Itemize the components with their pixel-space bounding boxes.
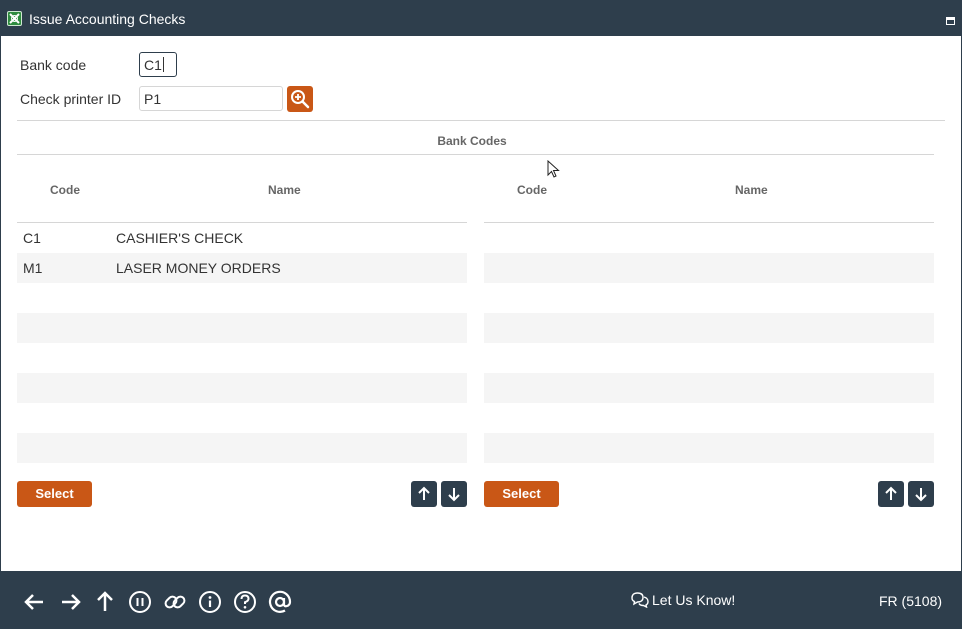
empty-row (484, 403, 934, 433)
pause-icon[interactable] (127, 589, 153, 615)
arrow-up-icon (418, 486, 430, 500)
move-down-button-left[interactable] (441, 481, 467, 507)
chat-bubbles-icon (631, 592, 649, 609)
info-icon[interactable] (197, 589, 223, 615)
help-icon[interactable] (232, 589, 258, 615)
empty-row (484, 253, 934, 283)
bank-code-value: C1 (144, 57, 162, 73)
empty-row (17, 283, 467, 313)
empty-row (484, 223, 934, 253)
move-up-button-right[interactable] (878, 481, 904, 507)
let-us-know-label: Let Us Know! (652, 592, 736, 608)
at-icon[interactable] (267, 589, 293, 615)
row-code: C1 (23, 230, 41, 246)
check-printer-value: P1 (144, 91, 162, 107)
check-printer-label: Check printer ID (20, 91, 122, 107)
empty-row (17, 313, 467, 343)
column-header-code[interactable]: Code (517, 183, 547, 197)
mouse-cursor-icon (547, 160, 560, 178)
form-code: FR (5108) (879, 593, 943, 609)
row-code: M1 (23, 260, 43, 276)
empty-row (484, 313, 934, 343)
empty-row (17, 403, 467, 433)
maximize-icon[interactable] (946, 17, 955, 25)
bank-codes-grid-left: Code Name C1 CASHIER'S CHECK M1 LASER MO… (17, 155, 467, 465)
select-button-right[interactable]: Select (484, 481, 559, 507)
empty-row (17, 373, 467, 403)
zoom-search-icon (291, 90, 310, 109)
table-row[interactable]: C1 CASHIER'S CHECK (17, 223, 467, 253)
arrow-up-icon (885, 486, 897, 500)
window-title: Issue Accounting Checks (29, 11, 186, 27)
grid-header: Code Name (17, 155, 467, 223)
text-caret (162, 57, 164, 72)
link-icon[interactable] (162, 589, 188, 615)
app-logo-icon (7, 11, 22, 26)
arrow-down-icon (915, 488, 927, 502)
printer-lookup-button[interactable] (287, 86, 313, 112)
title-bar: Issue Accounting Checks (0, 0, 962, 36)
row-name: CASHIER'S CHECK (116, 230, 244, 246)
row-name: LASER MONEY ORDERS (116, 260, 281, 276)
let-us-know-link[interactable]: Let Us Know! (631, 592, 736, 609)
move-up-button-left[interactable] (411, 481, 437, 507)
bank-codes-grid-right: Code Name (484, 155, 934, 465)
check-printer-input[interactable]: P1 (139, 86, 283, 111)
empty-row (484, 283, 934, 313)
move-down-button-right[interactable] (908, 481, 934, 507)
arrow-down-icon (448, 488, 460, 502)
main-content: Bank code C1 Check printer ID P1 Bank Co… (1, 36, 961, 571)
column-header-name[interactable]: Name (268, 183, 301, 197)
column-header-name[interactable]: Name (735, 183, 768, 197)
empty-row (17, 433, 467, 463)
empty-row (484, 373, 934, 403)
select-button-left[interactable]: Select (17, 481, 92, 507)
section-title: Bank Codes (437, 134, 507, 148)
column-header-code[interactable]: Code (50, 183, 80, 197)
table-row[interactable]: M1 LASER MONEY ORDERS (17, 253, 467, 283)
empty-row (484, 433, 934, 463)
divider (17, 120, 945, 121)
empty-row (484, 343, 934, 373)
back-arrow-icon[interactable] (22, 589, 48, 615)
up-arrow-icon[interactable] (92, 589, 118, 615)
forward-arrow-icon[interactable] (57, 589, 83, 615)
empty-row (17, 343, 467, 373)
bank-code-label: Bank code (20, 57, 87, 73)
bank-code-input[interactable]: C1 (139, 52, 177, 77)
